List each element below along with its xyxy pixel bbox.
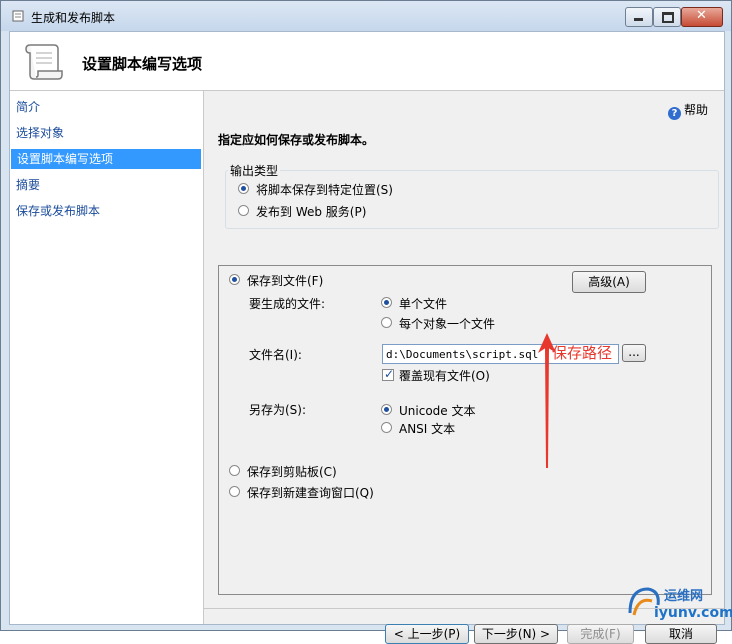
nav-item-summary[interactable]: 摘要 (10, 175, 201, 195)
wizard-header: 设置脚本编写选项 (10, 32, 724, 91)
wizard-client: 设置脚本编写选项 简介 选择对象 设置脚本编写选项 摘要 保存或发布脚本 ? 帮助… (9, 31, 725, 644)
browse-button[interactable]: ... (622, 344, 646, 362)
publish-web-radio[interactable] (238, 205, 249, 216)
overwrite-label: 覆盖现有文件(O) (399, 369, 490, 383)
watermark: 运维网 iyunv.com (624, 583, 732, 628)
help-link[interactable]: ? 帮助 (668, 101, 708, 120)
close-icon: ✕ (696, 8, 707, 23)
output-type-group (225, 170, 719, 229)
clipboard-radio[interactable] (229, 465, 240, 476)
maximize-icon (662, 12, 674, 23)
annotation-text: 保存路径 (552, 344, 613, 362)
minimize-icon (634, 18, 643, 21)
nav-item-select-objects[interactable]: 选择对象 (10, 123, 201, 143)
nav-item-save-publish[interactable]: 保存或发布脚本 (10, 201, 201, 221)
save-to-file-radio[interactable] (229, 274, 240, 285)
window-title: 生成和发布脚本 (31, 11, 116, 25)
watermark-line2: iyunv.com (654, 605, 732, 621)
save-to-file-label: 保存到文件(F) (247, 274, 324, 288)
per-object-label: 每个对象一个文件 (399, 317, 496, 331)
single-file-radio[interactable] (381, 297, 392, 308)
ansi-radio[interactable] (381, 422, 392, 433)
maximize-button[interactable] (653, 7, 681, 27)
save-location-label: 将脚本保存到特定位置(S) (256, 183, 393, 197)
watermark-line1: 运维网 (664, 589, 704, 604)
advanced-button[interactable]: 高级(A) (572, 271, 646, 293)
minimize-button[interactable] (625, 7, 653, 27)
previous-button[interactable]: < 上一步(P) (385, 624, 469, 644)
files-to-generate-label: 要生成的文件: (249, 297, 326, 311)
wizard-content: ? 帮助 指定应如何保存或发布脚本。 输出类型 将脚本保存到特定位置(S) 发布到… (204, 91, 724, 644)
unicode-radio[interactable] (381, 404, 392, 415)
save-location-radio[interactable] (238, 183, 249, 194)
nav-item-intro[interactable]: 简介 (10, 97, 201, 117)
help-icon: ? (668, 107, 681, 120)
overwrite-checkbox[interactable]: ✓ (382, 367, 395, 381)
scroll-icon (12, 10, 24, 22)
checkmark-icon: ✓ (384, 367, 395, 381)
single-file-label: 单个文件 (399, 297, 448, 311)
unicode-label: Unicode 文本 (399, 404, 476, 418)
per-object-radio[interactable] (381, 317, 392, 328)
script-scroll-icon (25, 44, 63, 80)
new-query-radio[interactable] (229, 486, 240, 497)
title-bar[interactable]: 生成和发布脚本 ✕ (1, 1, 731, 31)
close-button[interactable]: ✕ (681, 7, 723, 27)
publish-web-label: 发布到 Web 服务(P) (256, 205, 367, 219)
instruction-text: 指定应如何保存或发布脚本。 (218, 133, 375, 147)
save-as-label: 另存为(S): (249, 403, 307, 417)
next-button[interactable]: 下一步(N) > (474, 624, 558, 644)
help-label: 帮助 (684, 103, 709, 117)
nav-item-scripting-options[interactable]: 设置脚本编写选项 (11, 149, 201, 169)
ansi-label: ANSI 文本 (399, 422, 456, 436)
output-type-label: 输出类型 (228, 162, 281, 179)
wizard-window: 生成和发布脚本 ✕ 设置脚本编写选项 简介 选择对象 设置脚本编写选项 摘要 保… (0, 0, 732, 644)
page-title: 设置脚本编写选项 (82, 55, 203, 73)
clipboard-label: 保存到剪贴板(C) (247, 465, 337, 479)
wizard-nav: 简介 选择对象 设置脚本编写选项 摘要 保存或发布脚本 (10, 91, 204, 624)
new-query-label: 保存到新建查询窗口(Q) (247, 486, 374, 500)
filename-label: 文件名(I): (249, 348, 302, 362)
